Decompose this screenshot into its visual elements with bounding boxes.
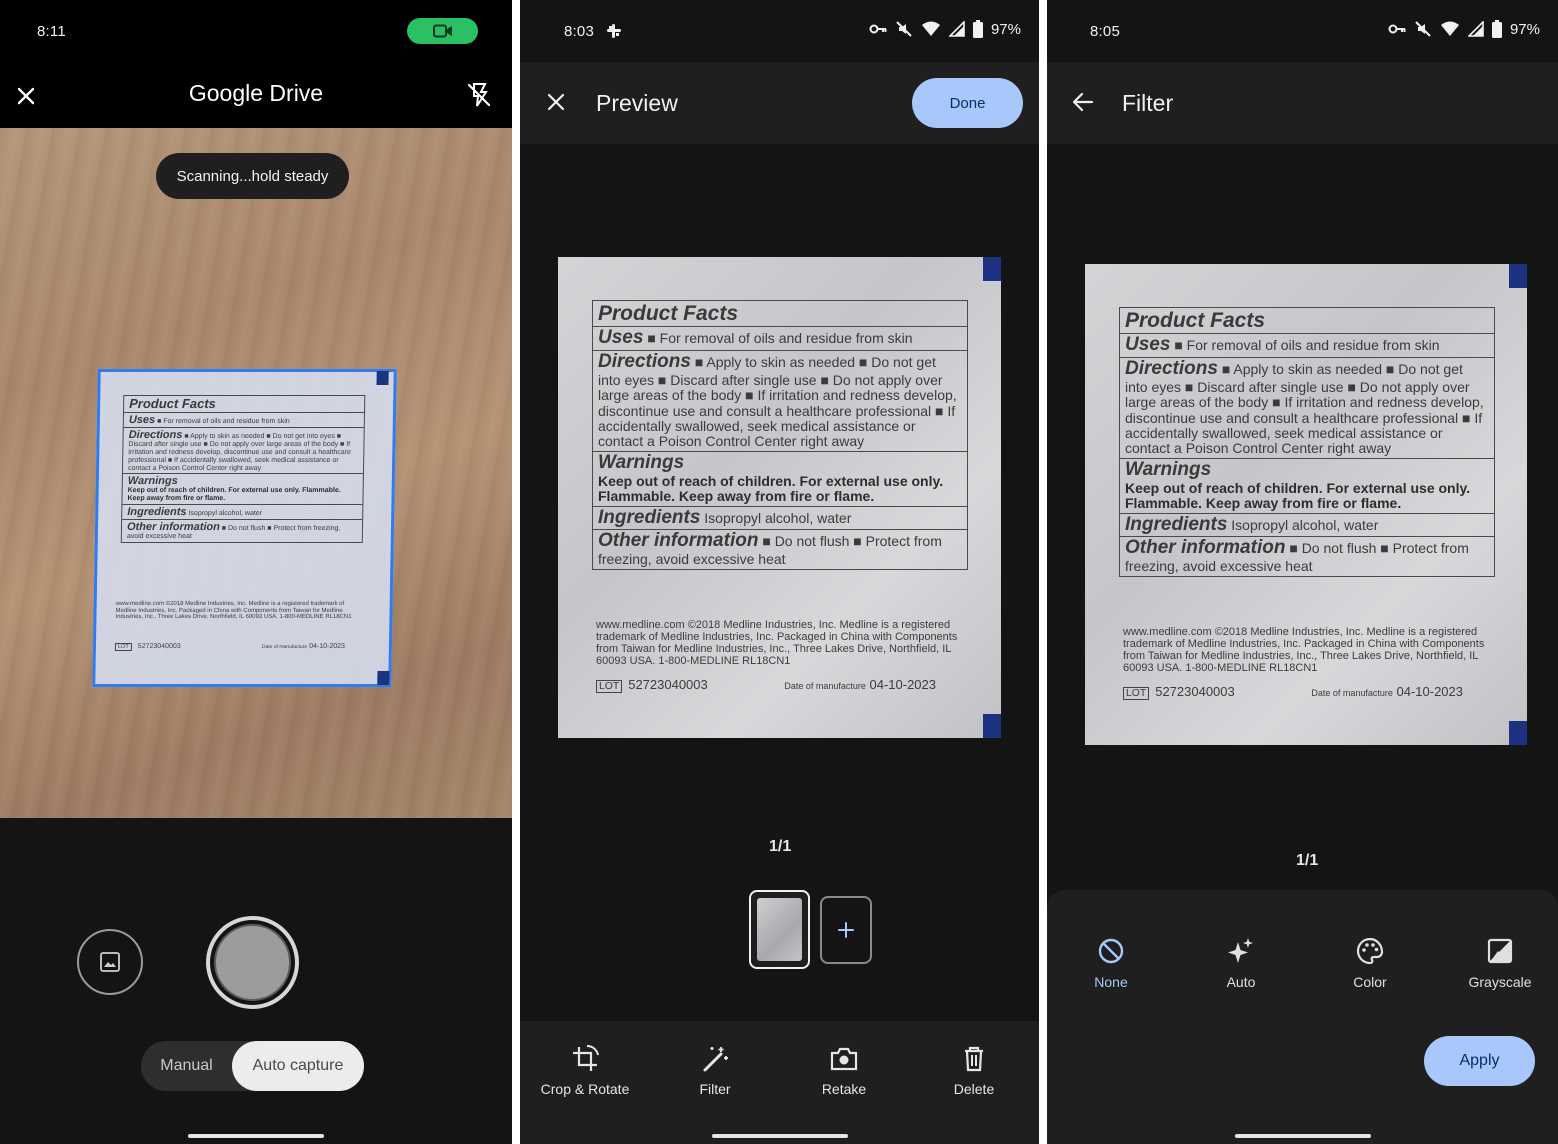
home-indicator[interactable]: [188, 1134, 324, 1138]
filter-color[interactable]: Color: [1315, 936, 1425, 990]
home-indicator[interactable]: [1234, 1134, 1371, 1138]
cell-signal-icon: [1467, 21, 1484, 37]
scanned-document: Product Facts Uses ■ For removal of oils…: [558, 257, 1001, 738]
capture-mode-toggle: Manual Auto capture: [141, 1041, 364, 1091]
filter-screen: 8:05 97% Filter Product Facts Uses ■ For…: [1047, 0, 1558, 1144]
palette-icon: [1356, 937, 1384, 965]
close-button[interactable]: [544, 90, 568, 119]
detected-document: Product Facts Uses ■ For removal of oils…: [92, 369, 397, 687]
camera-icon: [830, 1047, 858, 1071]
crop-rotate-button[interactable]: Crop & Rotate: [520, 1043, 650, 1097]
delete-button[interactable]: Delete: [909, 1043, 1039, 1097]
back-button[interactable]: [1071, 90, 1095, 119]
cell-signal-icon: [948, 21, 965, 37]
block-icon: [1098, 938, 1124, 964]
mute-icon: [1415, 21, 1431, 37]
status-time: 8:11: [37, 23, 66, 40]
preview-screen: 8:03 97% Preview Done Product Facts Uses…: [520, 0, 1039, 1144]
magic-wand-icon: [703, 1047, 728, 1072]
page-title: Filter: [1122, 90, 1174, 116]
gallery-button[interactable]: [77, 929, 143, 995]
wifi-icon: [1440, 21, 1459, 36]
mute-icon: [896, 21, 912, 37]
close-icon: [547, 93, 565, 111]
wifi-icon: [921, 21, 940, 36]
status-time: 8:03: [564, 23, 594, 40]
flash-off-icon: [467, 83, 491, 107]
video-camera-icon: [432, 24, 452, 38]
battery-percent: 97%: [990, 20, 1021, 38]
slack-icon: [607, 24, 621, 38]
apply-button[interactable]: Apply: [1424, 1036, 1535, 1086]
done-button[interactable]: Done: [912, 78, 1023, 128]
page-counter: 1/1: [769, 838, 792, 855]
crop-rotate-icon: [573, 1044, 599, 1071]
page-thumbnail[interactable]: [749, 890, 810, 969]
battery-icon: [972, 20, 983, 38]
screen-record-indicator[interactable]: [407, 18, 478, 44]
filter-auto[interactable]: Auto: [1186, 936, 1296, 990]
preview-app-bar: Preview Done: [520, 62, 1039, 144]
plus-icon: [838, 922, 854, 938]
camera-viewfinder: Scanning...hold steady Product Facts Use…: [0, 128, 512, 818]
manual-mode-button[interactable]: Manual: [141, 1041, 232, 1091]
status-time: 8:05: [1090, 23, 1120, 40]
filter-button[interactable]: Filter: [650, 1043, 780, 1097]
filter-none[interactable]: None: [1056, 936, 1166, 990]
vpn-key-icon: [1388, 24, 1406, 34]
filter-app-bar: Filter: [1047, 62, 1558, 144]
page-counter: 1/1: [1296, 852, 1319, 869]
scanning-toast: Scanning...hold steady: [156, 153, 349, 199]
edit-toolbar: Crop & Rotate Filter Retake Delete: [520, 1021, 1039, 1144]
arrow-back-icon: [1072, 92, 1094, 112]
add-page-button[interactable]: [820, 896, 872, 964]
app-title: Google Drive: [188, 80, 324, 106]
shutter-button[interactable]: [206, 916, 299, 1009]
sparkle-icon: [1228, 938, 1253, 963]
page-title: Preview: [596, 90, 678, 116]
battery-icon: [1491, 20, 1502, 38]
trash-icon: [965, 1046, 983, 1072]
battery-percent: 97%: [1509, 20, 1540, 38]
status-bar: 8:03 97%: [520, 0, 1039, 62]
image-icon: [100, 952, 120, 972]
status-bar: 8:05 97%: [1047, 0, 1558, 62]
filter-grayscale[interactable]: Grayscale: [1445, 936, 1555, 990]
camera-screen: 8:11 Google Drive Scanning...hold steady…: [0, 0, 512, 1144]
document-label: Product Facts Uses ■ For removal of oils…: [102, 379, 379, 674]
grayscale-icon: [1487, 938, 1513, 964]
filter-options-sheet: None Auto Color Grayscale Apply: [1047, 890, 1558, 1144]
auto-capture-button[interactable]: Auto capture: [232, 1041, 364, 1091]
scanned-document: Product Facts Uses ■ For removal of oils…: [1085, 264, 1527, 745]
flash-toggle[interactable]: [465, 81, 493, 114]
home-indicator[interactable]: [711, 1134, 848, 1138]
retake-button[interactable]: Retake: [779, 1043, 909, 1097]
vpn-key-icon: [869, 24, 887, 34]
